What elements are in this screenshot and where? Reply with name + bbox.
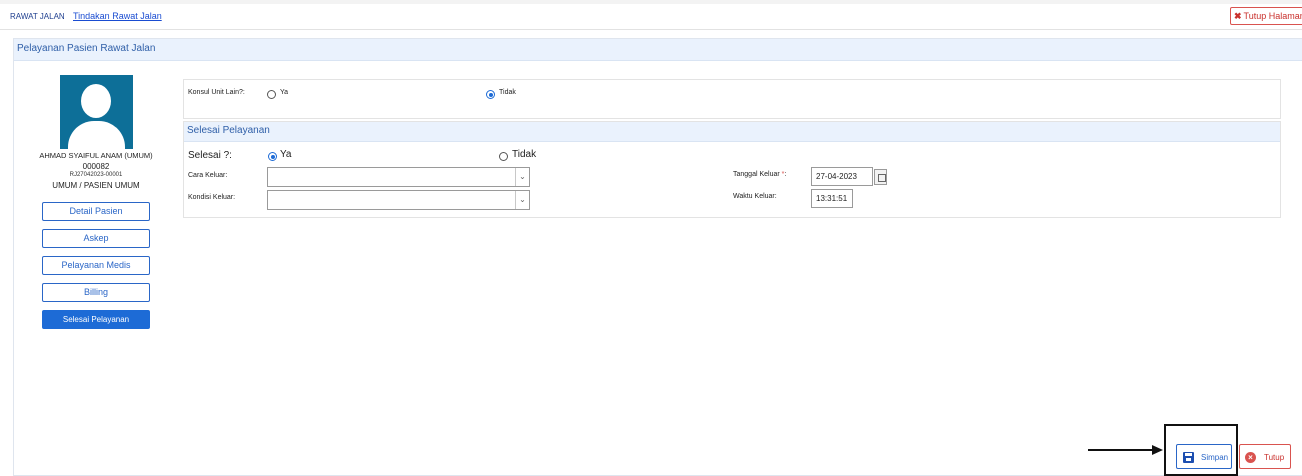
close-circle-icon: × — [1245, 452, 1256, 463]
cara-keluar-label: Cara Keluar: — [188, 172, 228, 179]
close-page-label: Tutup Halaman — [1243, 11, 1302, 21]
selesai-ya-radio[interactable] — [268, 152, 277, 161]
tanggal-keluar-label: Tanggal Keluar *: — [733, 171, 787, 178]
patient-category: UMUM / PASIEN UMUM — [52, 181, 140, 190]
close-x-icon: ✖ — [1234, 11, 1242, 21]
breadcrumb-current-link[interactable]: Tindakan Rawat Jalan — [73, 11, 162, 21]
breadcrumb-root: RAWAT JALAN — [10, 12, 65, 21]
konsul-tidak-radio[interactable] — [486, 90, 495, 99]
selesai-ya-label: Ya — [280, 149, 292, 160]
close-page-button[interactable]: ✖ Tutup Halaman — [1230, 7, 1302, 25]
waktu-keluar-input[interactable]: 13:31:51 — [811, 189, 853, 208]
top-bar: RAWAT JALAN Tindakan Rawat Jalan ✖ Tutup … — [0, 0, 1302, 30]
selesai-tidak-label: Tidak — [512, 149, 537, 160]
konsul-ya-label: Ya — [280, 89, 289, 96]
pelayanan-medis-button[interactable]: Pelayanan Medis — [42, 256, 150, 275]
save-label: Simpan — [1201, 453, 1229, 462]
cara-keluar-select[interactable]: ⌄ — [267, 167, 530, 187]
kondisi-keluar-label: Kondisi Keluar: — [188, 194, 236, 201]
chevron-down-icon: ⌄ — [515, 191, 529, 209]
kondisi-keluar-select[interactable]: ⌄ — [267, 190, 530, 210]
panel-title: Pelayanan Pasien Rawat Jalan — [14, 39, 1302, 61]
chevron-down-icon: ⌄ — [515, 168, 529, 186]
close-label: Tutup — [1264, 453, 1285, 462]
billing-button[interactable]: Billing — [42, 283, 150, 302]
floppy-disk-icon — [1183, 452, 1194, 463]
patient-number: 000082 — [82, 162, 110, 171]
patient-name: AHMAD SYAIFUL ANAM (UMUM) — [39, 151, 153, 160]
askep-button[interactable]: Askep — [42, 229, 150, 248]
save-button[interactable]: Simpan — [1176, 444, 1232, 469]
selesai-tidak-radio[interactable] — [499, 152, 508, 161]
konsul-tidak-label: Tidak — [499, 89, 516, 96]
patient-registration: RJ27042023-00001 — [69, 172, 123, 178]
pointer-arrow-icon — [1088, 445, 1164, 455]
konsul-ya-radio[interactable] — [267, 90, 276, 99]
calendar-icon[interactable] — [874, 169, 887, 185]
user-silhouette-icon — [60, 75, 133, 149]
konsul-label: Konsul Unit Lain?: — [188, 89, 245, 96]
top-shadow — [0, 0, 1302, 4]
selesai-section-title: Selesai Pelayanan — [184, 122, 1280, 142]
selesai-label: Selesai ?: — [188, 150, 232, 161]
close-button[interactable]: × Tutup — [1239, 444, 1291, 469]
waktu-keluar-label: Waktu Keluar: — [733, 193, 777, 200]
tanggal-keluar-input[interactable]: 27-04-2023 — [811, 167, 873, 186]
konsul-section — [183, 79, 1281, 119]
selesai-pelayanan-button[interactable]: Selesai Pelayanan — [42, 310, 150, 329]
detail-pasien-button[interactable]: Detail Pasien — [42, 202, 150, 221]
